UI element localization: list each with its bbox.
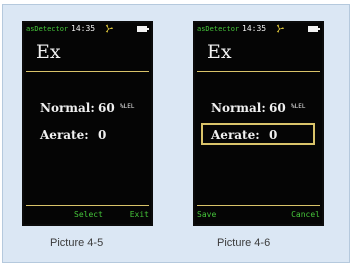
app-name: asDetector: [197, 25, 240, 33]
battery-icon: [308, 26, 320, 32]
aerate-label: Aerate:: [40, 128, 89, 142]
app-name: asDetector: [26, 25, 69, 33]
screen-title: Ex: [36, 41, 61, 63]
select-softkey[interactable]: Select: [74, 210, 103, 219]
normal-value: 60: [269, 101, 286, 115]
normal-row[interactable]: Normal: 60 %LEL: [211, 101, 305, 115]
fan-icon: [276, 24, 284, 33]
normal-label: Normal:: [40, 101, 95, 115]
clock: 14:35: [242, 24, 267, 33]
aerate-value[interactable]: 0: [269, 128, 277, 142]
status-bar: asDetector 14:35: [195, 23, 322, 36]
aerate-row[interactable]: Aerate: 0: [211, 128, 277, 142]
normal-unit: %LEL: [291, 103, 306, 110]
divider: [197, 71, 320, 72]
battery-icon: [137, 26, 149, 32]
normal-unit: %LEL: [120, 103, 135, 110]
clock: 14:35: [71, 24, 96, 33]
normal-value: 60: [98, 101, 115, 115]
fan-icon: [105, 24, 113, 33]
figure-panel: asDetector 14:35 Ex Normal: 60 %LEL Aera…: [2, 4, 350, 263]
save-softkey[interactable]: Save: [197, 210, 216, 219]
aerate-label: Aerate:: [211, 128, 260, 142]
divider: [26, 205, 149, 206]
caption-picture-4-6: Picture 4-6: [217, 237, 271, 249]
divider: [197, 205, 320, 206]
aerate-value: 0: [98, 128, 107, 142]
divider: [26, 71, 149, 72]
device-screen-picture-4-5: asDetector 14:35 Ex Normal: 60 %LEL Aera…: [22, 21, 153, 226]
normal-label: Normal:: [211, 101, 266, 115]
aerate-row[interactable]: Aerate: 0: [40, 128, 106, 142]
status-bar: asDetector 14:35: [24, 23, 151, 36]
screen-title: Ex: [207, 41, 232, 63]
cancel-softkey[interactable]: Cancel: [291, 210, 320, 219]
exit-softkey[interactable]: Exit: [130, 210, 149, 219]
device-screen-picture-4-6: asDetector 14:35 Ex Normal: 60 %LEL Aera…: [193, 21, 324, 226]
normal-row[interactable]: Normal: 60 %LEL: [40, 101, 134, 115]
caption-picture-4-5: Picture 4-5: [50, 237, 104, 249]
